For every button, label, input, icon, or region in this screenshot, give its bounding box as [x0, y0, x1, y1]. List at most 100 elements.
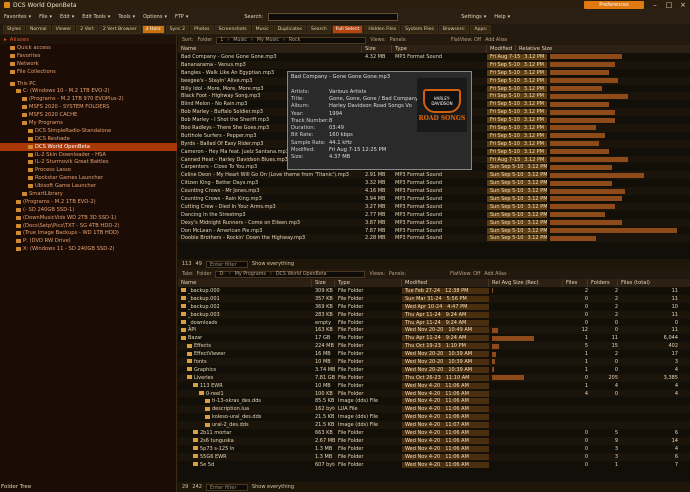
menu-settings[interactable]: Settings ▾ [461, 14, 486, 20]
table-row[interactable]: EffectViewer 16 MB File Folder Wed Nov 20-2… [178, 350, 690, 358]
table-row[interactable]: koleso-ural_des.dds 21.5 KB Image (dds) Fi… [178, 413, 690, 421]
add-alias-button[interactable]: Add Alias [485, 38, 507, 43]
layout-tab[interactable]: Sync 2 [165, 25, 190, 34]
tree-item[interactable]: File Collections [0, 68, 177, 76]
col-relative-size[interactable]: Relative Size [516, 45, 690, 53]
tree-item[interactable]: IL-2 Sturmovik Great Battles [0, 158, 177, 166]
menu-tools[interactable]: Tools ▾ [118, 14, 135, 20]
layout-tab[interactable]: Viewer [51, 25, 76, 34]
sort-button[interactable]: Sort: [182, 38, 193, 43]
col-rel-avg-size[interactable]: Rel Avg Size (Rec) [489, 279, 563, 287]
table-row[interactable]: Don McLean - American Pie.mp3 7.87 MB MP3 … [178, 227, 690, 235]
table-row[interactable]: Cutting Crew - Died In Your Arms.mp3 3.27… [178, 202, 690, 211]
add-alias-button-2[interactable]: Add Alias [484, 272, 506, 277]
layout-tab[interactable]: Styles [3, 25, 25, 34]
col-size[interactable]: Size [362, 45, 392, 53]
layout-tab[interactable]: 2 Vert [76, 25, 98, 34]
layout-tab[interactable]: Apps: [470, 25, 492, 34]
show-everything-check[interactable]: Show everything [252, 261, 294, 267]
folder-button[interactable]: Folder [197, 38, 212, 43]
col-files-total[interactable]: Files (total) [618, 279, 690, 287]
layout-tab[interactable]: Music [251, 25, 273, 34]
layout-tab[interactable]: Normal [25, 25, 51, 34]
folder-button-2[interactable]: Folder [197, 272, 212, 277]
tree-item[interactable]: This PC [0, 80, 177, 88]
table-row[interactable]: 5p73 s-125 ln 1.3 MB File Folder Wed Nov 4-… [178, 445, 690, 453]
tree-item[interactable]: P: (DVD RW Drive) [0, 237, 177, 245]
menu-edit-tools[interactable]: Edit Tools ▾ [82, 14, 110, 20]
table-row[interactable]: Liveries 7.81 GB File Folder Thu Oct 26-23 1… [178, 373, 690, 382]
layout-tab[interactable]: Browsers: [438, 25, 470, 34]
table-row[interactable]: 5e 5d607 bytesFile FolderWed Nov 4-2011:… [178, 461, 690, 469]
table-row[interactable]: 2s6 tunguska 2.67 MB File Folder Wed Nov 4-… [178, 436, 690, 445]
tree-item[interactable]: DCS Reshade [0, 135, 177, 143]
tree-item[interactable]: (Programs - M.2 1TB EVO-2) [0, 198, 177, 206]
layout-tab[interactable]: Search [307, 25, 331, 34]
menu-favorites[interactable]: Favorites ▾ [4, 14, 31, 20]
col-name-2[interactable]: Name [178, 279, 312, 287]
tree-item[interactable]: Network [0, 60, 177, 68]
layout-tab[interactable]: Screenshots [214, 25, 251, 34]
layout-tab[interactable]: System Files [401, 25, 438, 34]
table-row[interactable]: 0-reel1 100 KB File Folder Wed Nov 4-20 11:0… [178, 389, 690, 398]
tree-item[interactable]: Ubisoft Game Launcher [0, 182, 177, 190]
layout-tab[interactable]: Photos [190, 25, 214, 34]
tree-item[interactable]: X: (Windows 11 - SD 240GB SSD-2) [0, 245, 177, 253]
bottom-path-bar[interactable]: D: › My Programs › DCS World OpenBeta [215, 270, 366, 278]
table-row[interactable]: Dancing In the Streetmp3 2.77 MB MP3 Forma… [178, 211, 690, 219]
menu-edit[interactable]: Edit ▾ [60, 14, 74, 20]
maximize-icon[interactable]: □ [662, 0, 676, 10]
preferences-button[interactable]: Preferences [584, 1, 644, 9]
table-row[interactable]: Counting Crows - Rain King.mp3 3.94 MB MP3… [178, 195, 690, 203]
table-row[interactable]: _backup.001 357 KB File Folder Sun Mar 31-2… [178, 294, 690, 303]
tree-item[interactable]: (- SD 240GB SSD-1) [0, 206, 177, 214]
tree-item[interactable]: MSFS 2020 CACHE [0, 111, 177, 119]
tree-item[interactable]: (True Image Backups - WD 1TB HDD) [0, 229, 177, 237]
tree-item[interactable]: IL-2 Skin Downloader - HSA [0, 151, 177, 159]
tree-item[interactable]: SmartLibrary [0, 190, 177, 198]
menu-ftp[interactable]: FTP ▾ [175, 14, 188, 20]
col-modified[interactable]: Modified [487, 45, 516, 53]
menu-options[interactable]: Options ▾ [143, 14, 167, 20]
tree-item[interactable]: Favorites [0, 52, 177, 60]
tree-item[interactable]: C: (Windows 10 - M.2 1TB EVO-2) [0, 87, 177, 95]
col-size-2[interactable]: Size [312, 279, 335, 287]
table-row[interactable]: _downloads empty File Folder Thu Apr 11-24 9… [178, 319, 690, 327]
views-button-2[interactable]: Views: [369, 272, 385, 277]
layout-tab[interactable]: Duplicates [273, 25, 307, 34]
table-row[interactable]: Graphics 3.74 MB File Folder Wed Nov 20-20 1… [178, 366, 690, 374]
table-row[interactable]: ural-2_des.dds 21.5 KB Image (dds) File Wed… [178, 421, 690, 430]
col-type[interactable]: Type [392, 45, 487, 53]
table-row[interactable]: Celine Deon - My Heart Will Go On (Love … [178, 171, 690, 180]
table-row[interactable]: 55G6 EWR 1.3 MB File Folder Wed Nov 4-20 11:… [178, 452, 690, 461]
tree-item[interactable]: (Programs - M.2 1TB 970 EVOPlus-2) [0, 95, 177, 103]
flatview-toggle[interactable]: FlatView: Off [451, 38, 481, 43]
col-modified-2[interactable]: Modified [402, 279, 489, 287]
top-filter-input[interactable]: Enter filter [205, 260, 248, 268]
table-row[interactable]: Dexy's Midnight Runners - Come on Eileen… [178, 218, 690, 227]
bottom-filter-input[interactable]: Enter filter [205, 483, 248, 491]
layout-tab[interactable]: 2 Horz [141, 25, 165, 34]
tree-item[interactable]: MSFS 2020 - SYSTEM FOLDERS [0, 103, 177, 111]
table-row[interactable]: Citizen King - Better Days.mp3 3.32 MB MP3… [178, 179, 690, 187]
tree-item[interactable]: Process Lasso [0, 166, 177, 174]
tree-item[interactable]: DCS SimpleRadio-Standalone [0, 127, 177, 135]
table-row[interactable]: API 163 KB File Folder Wed Nov 20-20 10:49 A… [178, 326, 690, 335]
col-name[interactable]: Name [178, 45, 362, 53]
menu-file[interactable]: File ▾ [39, 14, 52, 20]
col-folders[interactable]: Folders [588, 279, 618, 287]
table-row[interactable]: Doobie Brothers - Rockin' Down the Highw… [178, 234, 690, 243]
table-row[interactable]: 113 EWR 10 MB File Folder Wed Nov 4-20 11:06… [178, 382, 690, 390]
layout-tab[interactable]: 2 Vert Browser [98, 25, 141, 34]
table-row[interactable]: description.lua162 bytesLUA FileWed Nov … [178, 405, 690, 414]
flatview-toggle-2[interactable]: FlatView: Off [450, 272, 480, 277]
views-button[interactable]: Views: [370, 38, 386, 43]
top-path-bar[interactable]: 1 › Music › My Music › Rock [216, 36, 367, 44]
close-icon[interactable]: × [676, 0, 690, 10]
table-row[interactable]: fonts 10 MB File Folder Wed Nov 20-20 10:39 … [178, 358, 690, 366]
panels-button-2[interactable]: Panels: [389, 272, 406, 277]
table-row[interactable]: Bad Company - Gone Gone Gone.mp3 4.32 MB M… [178, 53, 690, 61]
show-everything-check-2[interactable]: Show everything [252, 484, 294, 490]
tree-item[interactable]: (Docs\Setp\Pics\TXT - SG 4TB HDD-2) [0, 222, 177, 230]
table-row[interactable]: Bazar 17 GB File Folder Thu Apr 11-24 9:24 A… [178, 334, 690, 342]
